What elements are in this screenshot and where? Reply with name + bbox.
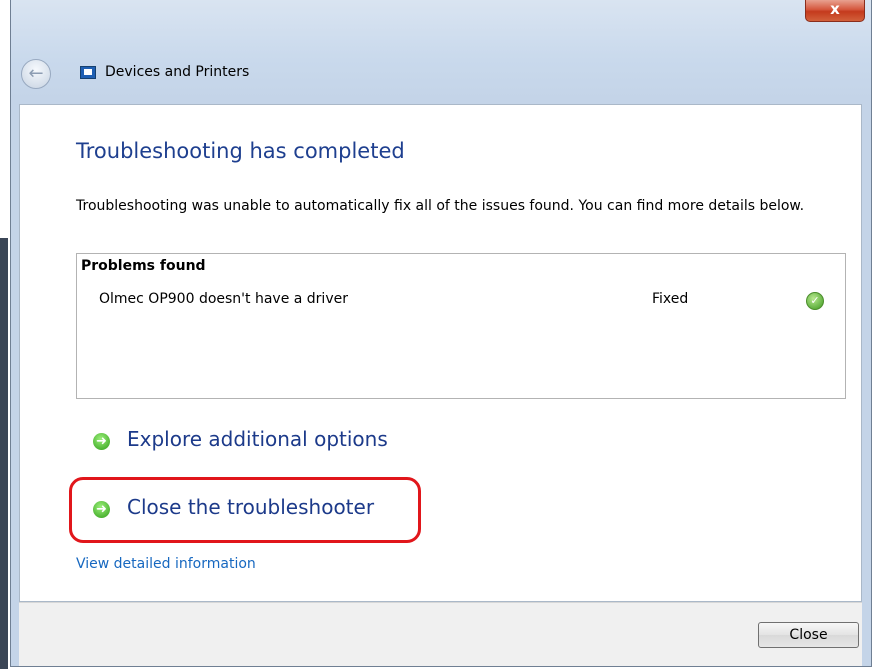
problem-name: Olmec OP900 doesn't have a driver <box>99 291 348 307</box>
close-x-icon: x <box>830 0 840 18</box>
problems-title: Problems found <box>81 258 206 274</box>
view-detailed-info-link[interactable]: View detailed information <box>76 556 256 572</box>
background-window-edge <box>0 238 8 669</box>
highlight-outline <box>69 477 421 543</box>
page-title: Troubleshooting has completed <box>76 139 405 163</box>
footer-bar <box>19 602 862 666</box>
window-title: Devices and Printers <box>105 64 250 80</box>
back-button[interactable]: ← <box>21 59 51 89</box>
back-arrow-icon: ← <box>28 63 44 84</box>
devices-printers-icon <box>80 66 96 79</box>
close-button[interactable]: Close <box>758 622 859 648</box>
check-circle-icon: ✓ <box>806 292 824 310</box>
problem-status: Fixed <box>652 291 689 307</box>
description-text: Troubleshooting was unable to automatica… <box>76 198 805 214</box>
explore-options-link[interactable]: Explore additional options <box>127 427 388 451</box>
close-window-button[interactable]: x <box>805 0 865 22</box>
problems-box <box>76 253 846 399</box>
green-arrow-icon: ➜ <box>93 433 110 450</box>
